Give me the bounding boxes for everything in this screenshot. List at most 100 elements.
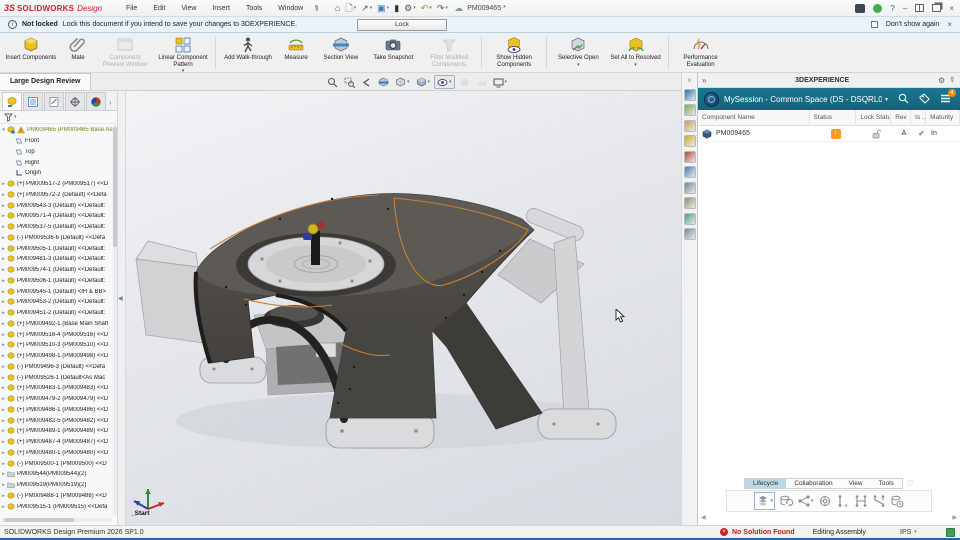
- scene-colors-icon[interactable]: [683, 150, 696, 163]
- tree-tab-dimxpert-manager[interactable]: [65, 92, 85, 110]
- filter-dropdown-icon[interactable]: ▾: [14, 114, 17, 120]
- tree-component-item[interactable]: ▸ (+) PM009483-1 (PM009483) <<D: [0, 383, 113, 394]
- tree-horizontal-scrollbar[interactable]: [2, 518, 111, 522]
- session-chevron-icon[interactable]: ▾: [885, 96, 888, 103]
- 3d-model-assembly[interactable]: [126, 91, 681, 525]
- menu-edit[interactable]: Edit: [145, 3, 173, 14]
- expand-icon[interactable]: ▸: [0, 504, 7, 510]
- open-icon[interactable]: ↗ ▾: [360, 2, 373, 15]
- tab-large-design-review[interactable]: Large Design Review: [0, 73, 92, 90]
- expand-icon[interactable]: ▸: [0, 428, 7, 434]
- column-header-lock-status[interactable]: Lock Status: [856, 109, 892, 126]
- tree-component-item[interactable]: ▸ (+) PM009517-2 (PM009517) <<D: [0, 179, 113, 190]
- column-header-status[interactable]: Status: [810, 109, 857, 126]
- tree-component-item[interactable]: ▸ PM009481-3 (Default) <<Default:: [0, 254, 113, 265]
- expand-icon[interactable]: ▸: [0, 461, 7, 467]
- tree-component-item[interactable]: ▸ PM009519(PM009519)(2): [0, 480, 113, 491]
- tree-geometry-origin[interactable]: Origin: [0, 168, 113, 179]
- document-status-icon[interactable]: [945, 527, 955, 537]
- menu-window[interactable]: Window: [270, 3, 311, 14]
- tree-component-item[interactable]: ▸ PM009515-1 (PM009515) <<Defa: [0, 501, 113, 512]
- component-row[interactable]: PM009465 ↓ A ✓ In: [698, 126, 960, 142]
- expand-icon[interactable]: ▸: [0, 310, 7, 316]
- collapse-panel-icon[interactable]: ◀: [118, 295, 123, 302]
- expand-icon[interactable]: ▸: [0, 181, 7, 187]
- tree-component-item[interactable]: ▸ (+) PM009480-1 (PM009480) <<D: [0, 448, 113, 459]
- tree-component-item[interactable]: ▸ (+) PM009479-2 (PM009479) <<D: [0, 394, 113, 405]
- expand-icon[interactable]: ▸: [0, 471, 7, 477]
- linear-component-pattern-button[interactable]: Linear Component Pattern ▾: [155, 34, 211, 74]
- 3dexperience-icon[interactable]: [683, 88, 696, 101]
- tree-component-item[interactable]: ▸ (-) PM009526-1 (Default<As Mac: [0, 372, 113, 383]
- expand-icon[interactable]: ▾: [0, 127, 7, 133]
- expand-icon[interactable]: ▸: [0, 364, 7, 370]
- new-document-icon[interactable]: 🗋 ▾: [344, 2, 357, 15]
- expand-icon[interactable]: ▸: [0, 213, 7, 219]
- lifecycle-tool-new-content[interactable]: ▾: [754, 492, 775, 510]
- lifecycle-tool-routes[interactable]: [818, 494, 832, 508]
- tree-root-item[interactable]: ▾ PM009465 (PM009465 Base Asser: [0, 125, 113, 136]
- take-snapshot-button[interactable]: Take Snapshot: [367, 34, 419, 71]
- expand-icon[interactable]: ▸: [0, 235, 7, 241]
- column-header-component-name[interactable]: Component Name: [698, 109, 810, 126]
- panel-settings-gear-icon[interactable]: ⚙: [938, 76, 945, 85]
- column-header-rev[interactable]: Rev: [891, 109, 912, 126]
- tree-tabs-overflow-icon[interactable]: ›: [109, 100, 111, 107]
- command-console-icon[interactable]: >_: [855, 3, 866, 13]
- menu-tools[interactable]: Tools: [238, 3, 270, 14]
- lifecycle-tool-merge[interactable]: [872, 494, 886, 508]
- scroll-right-icon[interactable]: ▶: [952, 514, 957, 523]
- expand-icon[interactable]: ▸: [0, 342, 7, 348]
- expand-icon[interactable]: ▸: [0, 321, 7, 327]
- tree-tab-configuration-manager[interactable]: [44, 92, 64, 110]
- panel-pin-icon[interactable]: ✎: [947, 75, 957, 85]
- tree-component-item[interactable]: ▸ PM009506-1 (Default) <<Default:: [0, 276, 113, 287]
- menu-insert[interactable]: Insert: [204, 3, 238, 14]
- menu-hamburger-icon[interactable]: 4: [940, 88, 957, 106]
- tag-icon[interactable]: [919, 92, 930, 106]
- lifecycle-tool-versions[interactable]: [836, 494, 850, 508]
- tree-component-item[interactable]: ▸ PM009545-1 (Default) <IH & BB>: [0, 286, 113, 297]
- insert-components-button[interactable]: Insert Components: [3, 34, 59, 71]
- panel-horizontal-scrollbar[interactable]: ◀ ▶: [698, 514, 960, 523]
- panel-splitter[interactable]: ◀: [118, 91, 126, 525]
- tree-tab-display-manager[interactable]: [86, 92, 106, 110]
- tree-geometry-top[interactable]: Top: [0, 147, 113, 158]
- view-orientation-icon[interactable]: ▾: [393, 75, 412, 89]
- close-button[interactable]: ×: [949, 4, 954, 13]
- split-view-button[interactable]: [915, 4, 925, 12]
- tree-component-item[interactable]: ▸ PM009571-4 (Default) <<Default:: [0, 211, 113, 222]
- mate-button[interactable]: Mate: [61, 34, 95, 71]
- help-button[interactable]: ?: [890, 4, 894, 13]
- session-title[interactable]: MySession - Common Space (DS - DSQRL0...: [724, 95, 882, 104]
- tree-component-item[interactable]: ▸ PM009451-2 (Default) <<Default:: [0, 308, 113, 319]
- rebuild-traffic-light-icon[interactable]: ▮: [393, 2, 400, 15]
- tree-geometry-right[interactable]: Right: [0, 157, 113, 168]
- tree-component-item[interactable]: ▸ PM009544(PM009544)(2): [0, 469, 113, 480]
- expand-icon[interactable]: ▸: [0, 375, 7, 381]
- section-tool-icon[interactable]: [376, 75, 391, 89]
- expand-icon[interactable]: ▸: [0, 267, 7, 273]
- measure-button[interactable]: Measure: [278, 34, 314, 71]
- tree-vertical-scrollbar[interactable]: [113, 125, 117, 515]
- tree-component-item[interactable]: ▸ PM009505-1 (Default) <<Default:: [0, 243, 113, 254]
- minimize-button[interactable]: –: [903, 4, 907, 13]
- expand-icon[interactable]: ▸: [0, 493, 7, 499]
- previous-view-icon[interactable]: [359, 75, 374, 89]
- dont-show-again-checkbox[interactable]: [870, 21, 878, 28]
- set-all-to-resolved-button[interactable]: Set All to Resolved ▾: [608, 34, 664, 71]
- tree-component-item[interactable]: ▸ (+) PM009482-5 (PM009482) <<D: [0, 415, 113, 426]
- lifecycle-tool-branch[interactable]: [854, 494, 868, 508]
- tree-filter-row[interactable]: ▾: [0, 111, 117, 124]
- performance-evaluation-button[interactable]: Performance Evaluation: [673, 34, 729, 71]
- expand-icon[interactable]: ▸: [0, 203, 7, 209]
- tree-component-item[interactable]: ▸ PM009537-5 (Default) <<Default:: [0, 222, 113, 233]
- home-icon[interactable]: ⌂: [334, 2, 341, 15]
- add-contact-icon[interactable]: [683, 228, 696, 240]
- appearances-icon[interactable]: [683, 135, 696, 147]
- panel-tab-tools[interactable]: Tools: [871, 479, 902, 488]
- section-view-button[interactable]: Section View: [316, 34, 365, 71]
- expand-icon[interactable]: ▸: [0, 396, 7, 402]
- graphics-viewport[interactable]: _Start: [126, 91, 681, 525]
- expand-icon[interactable]: ▸: [0, 439, 7, 445]
